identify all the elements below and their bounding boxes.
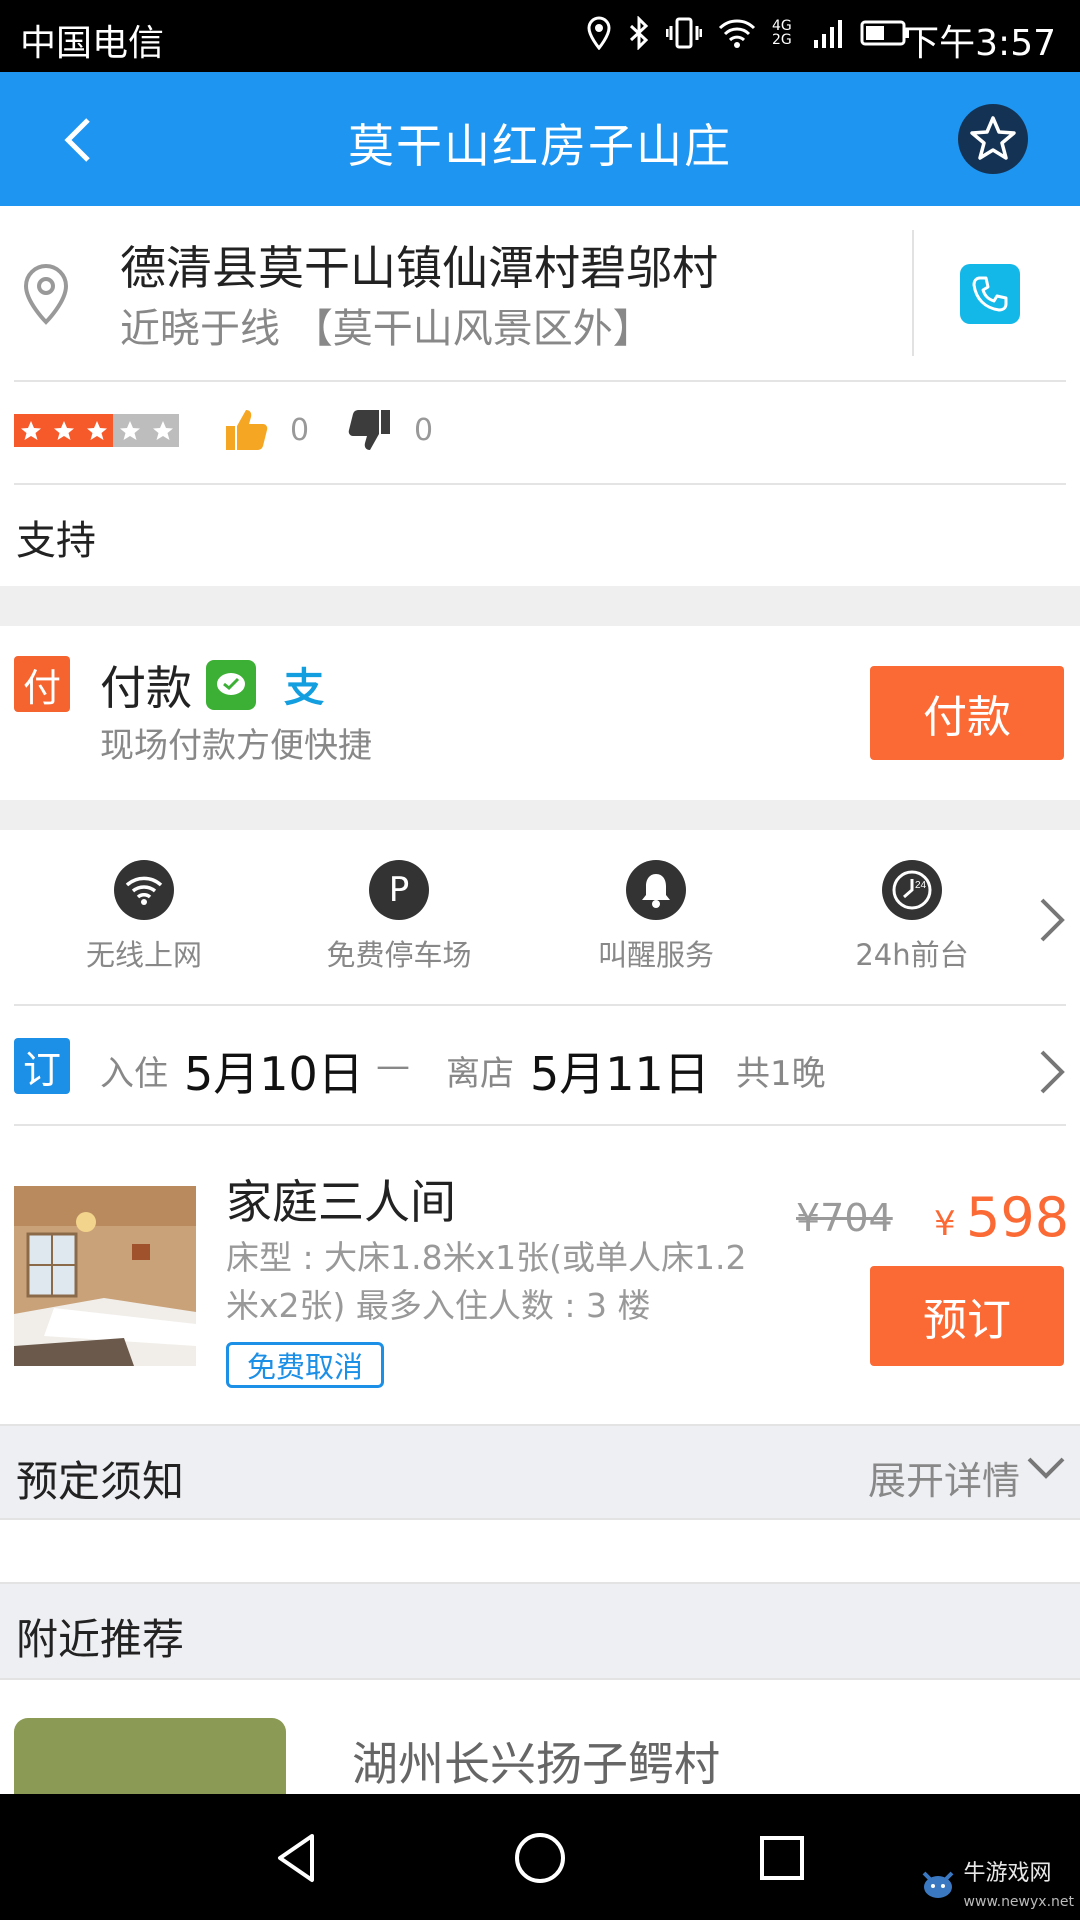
- like-count: 0: [290, 412, 310, 448]
- status-icons: 4G 2G: [586, 16, 910, 50]
- watermark-name: 牛游戏网: [963, 1861, 1052, 1886]
- carrier-name: 中国电信: [20, 23, 165, 64]
- watermark-logo-icon: [922, 1871, 953, 1898]
- pay-badge: 付: [14, 656, 70, 712]
- dislike-count: 0: [414, 412, 434, 448]
- currency-symbol: ¥: [934, 1204, 956, 1244]
- signal-icon: [814, 20, 842, 48]
- recents-square-icon[interactable]: [752, 1828, 812, 1888]
- support-label: 支持: [16, 518, 96, 564]
- like-button[interactable]: 0: [222, 406, 309, 454]
- notice-title: 预定须知: [16, 1457, 185, 1506]
- thumbs-up-icon: [226, 410, 268, 450]
- room-desc-line: 米x2张) 最多入住人数 : 3 楼: [226, 1286, 651, 1325]
- call-button[interactable]: [960, 264, 1020, 324]
- chevron-right-icon[interactable]: [1036, 896, 1068, 944]
- star-filled-icon: [80, 414, 113, 447]
- status-bar: 中国电信 4G 2G 下午3:57: [0, 0, 1080, 72]
- star-filled-icon: [47, 414, 80, 447]
- wechat-pay-icon: [206, 660, 256, 710]
- section-gap: [0, 800, 1080, 830]
- section-gap: [0, 586, 1080, 626]
- divider: [14, 483, 1066, 485]
- room-card[interactable]: 家庭三人间 床型 : 大床1.8米x1张(或单人床1.2 米x2张) 最多入住人…: [0, 1126, 1080, 1424]
- chevron-right-icon: [1040, 1050, 1065, 1094]
- wifi-status-icon: [718, 19, 756, 48]
- payment-subtitle: 现场付款方便快捷: [100, 726, 372, 766]
- room-photo[interactable]: [14, 1186, 196, 1366]
- nights-count: 共1晚: [736, 1054, 826, 1094]
- room-name: 家庭三人间: [226, 1175, 456, 1229]
- address-line: 德清县莫干山镇仙潭村碧邬村: [120, 241, 718, 295]
- star-empty-icon: [113, 414, 146, 447]
- expand-details-link[interactable]: 展开详情: [868, 1450, 1020, 1505]
- facility-wakeup: 叫醒服务: [556, 860, 756, 974]
- facility-label: 无线上网: [85, 938, 202, 972]
- home-circle-icon[interactable]: [510, 1828, 570, 1888]
- clock: 下午3:57: [903, 23, 1056, 64]
- current-price: 598: [966, 1186, 1070, 1249]
- facility-wifi: 无线上网: [44, 860, 244, 974]
- room-description: 床型 : 大床1.8米x1张(或单人床1.2 米x2张) 最多入住人数 : 3 …: [226, 1234, 786, 1330]
- date-separator: —: [376, 1046, 410, 1086]
- rating-row: 0 0: [0, 382, 1080, 484]
- location-icon: [587, 16, 611, 50]
- watermark-url: www.newyx.net: [963, 1894, 1074, 1910]
- star-rating: [14, 414, 179, 447]
- divider: [912, 230, 914, 356]
- facility-label: 叫醒服务: [597, 938, 714, 972]
- facility-parking: P 免费停车场: [299, 860, 499, 974]
- facilities-row[interactable]: 无线上网 P 免费停车场 叫醒服务 24 24h前台: [0, 830, 1080, 1004]
- network-type: 4G 2G: [772, 18, 792, 48]
- nav-bar: 莫干山红房子山庄: [0, 72, 1080, 206]
- checkin-date: 5月10日: [184, 1047, 364, 1101]
- facility-label: 24h前台: [855, 938, 969, 972]
- pay-button[interactable]: 付款: [870, 666, 1064, 760]
- parking-icon: P: [369, 860, 429, 920]
- free-cancel-tag: 免费取消: [226, 1342, 385, 1388]
- bluetooth-icon: [629, 16, 649, 50]
- wifi-icon: [114, 860, 174, 920]
- vibrate-icon: [666, 17, 702, 49]
- dislike-button[interactable]: 0: [346, 406, 433, 454]
- back-triangle-icon[interactable]: [268, 1828, 328, 1888]
- watermark: 牛游戏网 www.newyx.net: [918, 1855, 1074, 1912]
- original-price: ¥704: [796, 1196, 893, 1240]
- address-section[interactable]: 德清县莫干山镇仙潭村碧邬村 近晓于线 【莫干山风景区外】: [0, 206, 1080, 382]
- star-empty-icon: [146, 414, 179, 447]
- nearby-title: 附近推荐: [16, 1615, 185, 1664]
- facility-24h: 24 24h前台: [812, 860, 1012, 974]
- room-desc-line: 床型 : 大床1.8米x1张(或单人床1.2: [226, 1238, 747, 1277]
- checkout-label: 离店: [446, 1054, 514, 1094]
- checkout-date: 5月11日: [530, 1047, 710, 1101]
- booking-badge: 订: [14, 1038, 70, 1094]
- payment-label: 付款: [100, 661, 192, 715]
- payment-section: 付 付款 支 现场付款方便快捷 付款: [0, 626, 1080, 800]
- page-title: 莫干山红房子山庄: [348, 119, 732, 173]
- nearby-item-name: 湖州长兴扬子鳄村: [352, 1737, 720, 1791]
- nearby-item[interactable]: 湖州长兴扬子鳄村: [0, 1682, 1080, 1794]
- checkin-label: 入住: [100, 1054, 168, 1094]
- system-navigation-bar: 牛游戏网 www.newyx.net: [0, 1794, 1080, 1920]
- address-area: 近晓于线 【莫干山风景区外】: [120, 306, 653, 352]
- book-button[interactable]: 预订: [870, 1266, 1064, 1366]
- map-pin-icon: [23, 263, 69, 325]
- star-icon: [970, 116, 1016, 160]
- star-filled-icon: [14, 414, 47, 447]
- clock-24h-glyph: 24: [915, 880, 927, 891]
- bell-icon: [626, 860, 686, 920]
- alipay-icon: 支: [284, 665, 324, 711]
- nearby-header: 附近推荐: [0, 1582, 1080, 1680]
- booking-dates[interactable]: 订 入住 5月10日 — 离店 5月11日 共1晚: [0, 1006, 1080, 1124]
- facility-label: 免费停车场: [326, 938, 472, 972]
- booking-notice-bar[interactable]: 预定须知 展开详情: [0, 1424, 1080, 1520]
- phone-icon: [972, 276, 1008, 312]
- thumbs-down-icon: [348, 410, 390, 450]
- favorite-button[interactable]: [958, 104, 1028, 174]
- clock-24h-icon: 24: [882, 860, 942, 920]
- chevron-down-icon: [1027, 1457, 1065, 1479]
- nearby-thumbnail: [14, 1718, 286, 1794]
